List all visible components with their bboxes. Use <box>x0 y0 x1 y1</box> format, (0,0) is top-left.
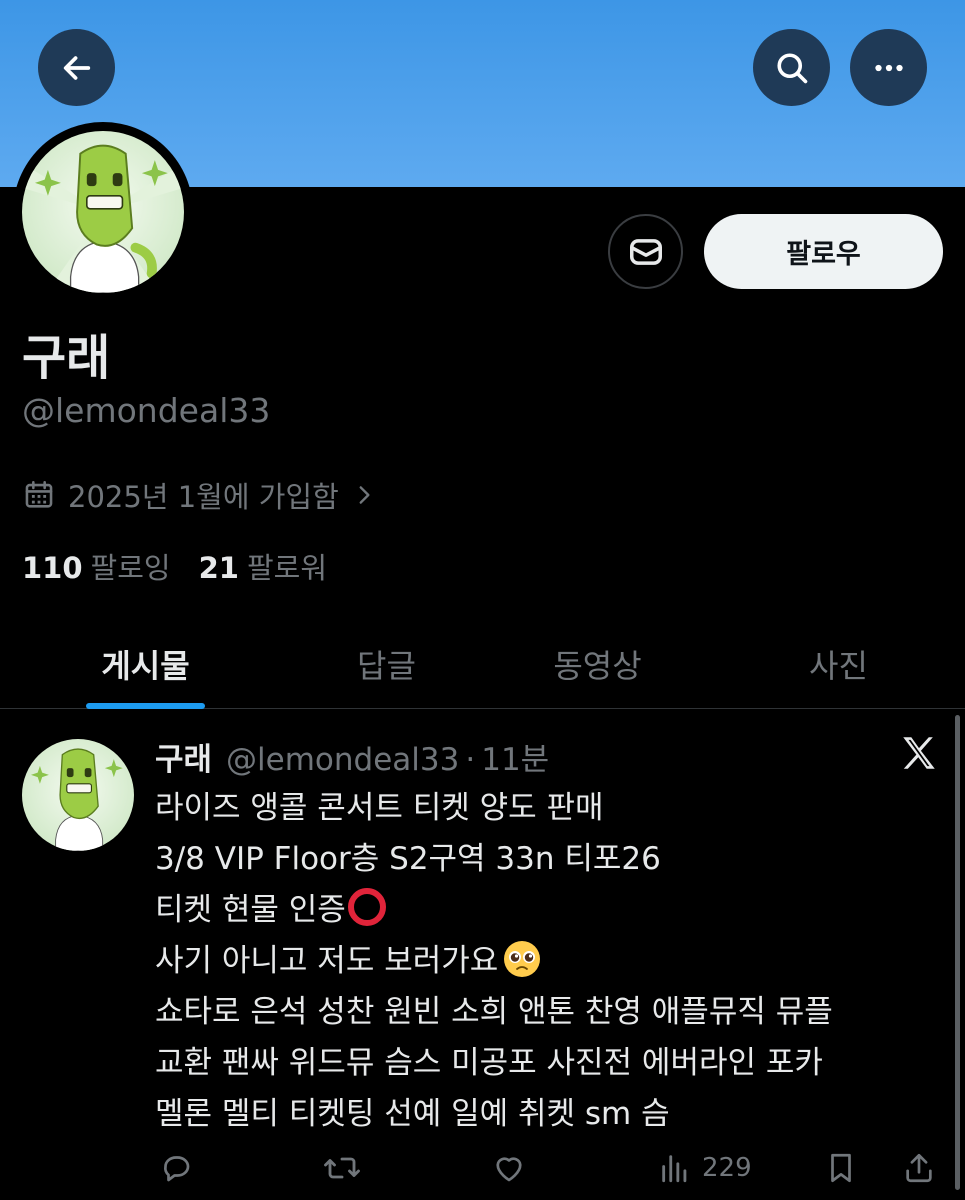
pleading-face-emoji <box>504 941 541 977</box>
post-line: 라이즈 앵콜 콘서트 티켓 양도 판매 <box>155 783 945 834</box>
envelope-icon <box>629 238 662 265</box>
tab-posts[interactable]: 게시물 <box>40 620 251 708</box>
tab-replies[interactable]: 답글 <box>281 620 492 708</box>
views-button[interactable]: 229 <box>658 1145 752 1191</box>
following-count: 110 <box>22 551 83 585</box>
repost-icon <box>324 1157 360 1179</box>
search-button[interactable] <box>753 29 830 106</box>
separator-dot: · <box>465 742 476 778</box>
bookmark-icon <box>831 1153 851 1183</box>
x-logo-icon[interactable] <box>898 732 940 774</box>
view-count: 229 <box>702 1153 752 1183</box>
post-line-text: 교환 팬싸 위드뮤 슴스 미공포 사진전 에버라인 포카 <box>155 1045 823 1081</box>
share-icon <box>906 1153 932 1183</box>
followers-link[interactable]: 21 팔로워 <box>199 545 327 587</box>
post-line: 3/8 VIP Floor층 S2구역 33n 티포26 <box>155 834 945 885</box>
follow-button[interactable]: 팔로우 <box>704 214 943 289</box>
repost-button[interactable] <box>322 1145 362 1191</box>
post-line: 쇼타로 은석 성찬 원빈 소희 앤톤 찬영 애플뮤직 뮤플 <box>155 987 945 1038</box>
calendar-icon <box>25 480 53 508</box>
post-line-text: 3/8 VIP Floor층 S2구역 33n 티포26 <box>155 841 661 877</box>
back-button[interactable] <box>38 29 115 106</box>
profile-tabs: 게시물 답글 동영상 사진 <box>0 620 965 709</box>
chevron-right-icon <box>359 486 370 504</box>
post-header: 구래 @lemondeal33 · 11분 <box>155 734 549 779</box>
post-author-handle[interactable]: @lemondeal33 <box>226 742 459 778</box>
joined-date[interactable]: 2025년 1월에 가입함 <box>22 474 377 516</box>
following-link[interactable]: 110 팔로잉 <box>22 545 171 587</box>
post-line: 티켓 현물 인증 <box>155 885 945 936</box>
more-horizontal-icon <box>874 64 903 71</box>
display-name: 구래 <box>22 330 111 386</box>
tab-photos[interactable]: 사진 <box>733 620 944 708</box>
post-line-text: 라이즈 앵콜 콘서트 티켓 양도 판매 <box>155 790 604 826</box>
user-handle: @lemondeal33 <box>22 391 271 430</box>
heavy-large-circle-emoji <box>347 888 386 926</box>
profile-avatar[interactable] <box>13 122 193 302</box>
post-timestamp[interactable]: 11분 <box>481 734 549 779</box>
following-label: 팔로잉 <box>90 551 171 585</box>
scrollbar[interactable] <box>955 715 960 1190</box>
post-line: 교환 팬싸 위드뮤 슴스 미공포 사진전 에버라인 포카 <box>155 1038 945 1089</box>
post-line-text: 멜론 멜티 티켓팅 선예 일예 취켓 sm 슴 <box>155 1096 670 1132</box>
like-button[interactable] <box>490 1145 528 1191</box>
tab-videos[interactable]: 동영상 <box>492 620 703 708</box>
post-author-avatar[interactable] <box>22 739 134 851</box>
post-line-text: 티켓 현물 인증 <box>155 892 346 928</box>
share-button[interactable] <box>902 1145 936 1191</box>
post-line: 멜론 멜티 티켓팅 선예 일예 취켓 sm 슴 <box>155 1089 945 1140</box>
followers-count: 21 <box>198 551 239 585</box>
post-line-text: 쇼타로 은석 성찬 원빈 소희 앤톤 찬영 애플뮤직 뮤플 <box>155 994 833 1030</box>
heart-icon <box>496 1157 522 1182</box>
reply-icon <box>164 1156 190 1182</box>
follow-stats: 110 팔로잉 21 팔로워 <box>22 545 327 587</box>
message-button[interactable] <box>608 214 683 289</box>
arrow-left-icon <box>63 55 90 80</box>
post-line-text: 사기 아니고 저도 보러가요 <box>155 943 499 979</box>
analytics-icon <box>662 1155 687 1183</box>
post-line: 사기 아니고 저도 보러가요 <box>155 936 945 987</box>
post-text: 라이즈 앵콜 콘서트 티켓 양도 판매 3/8 VIP Floor층 S2구역 … <box>155 783 945 1140</box>
active-tab-indicator <box>86 703 205 709</box>
post-author-name[interactable]: 구래 <box>155 734 212 779</box>
search-icon <box>776 52 807 83</box>
avatar-image <box>22 131 184 293</box>
avatar-image <box>22 739 134 851</box>
bookmark-button[interactable] <box>824 1145 858 1191</box>
reply-button[interactable] <box>158 1145 194 1191</box>
more-options-button[interactable] <box>850 29 927 106</box>
followers-label: 팔로워 <box>246 551 327 585</box>
post-actions: 229 <box>0 1145 965 1191</box>
joined-text: 2025년 1월에 가입함 <box>68 480 339 514</box>
